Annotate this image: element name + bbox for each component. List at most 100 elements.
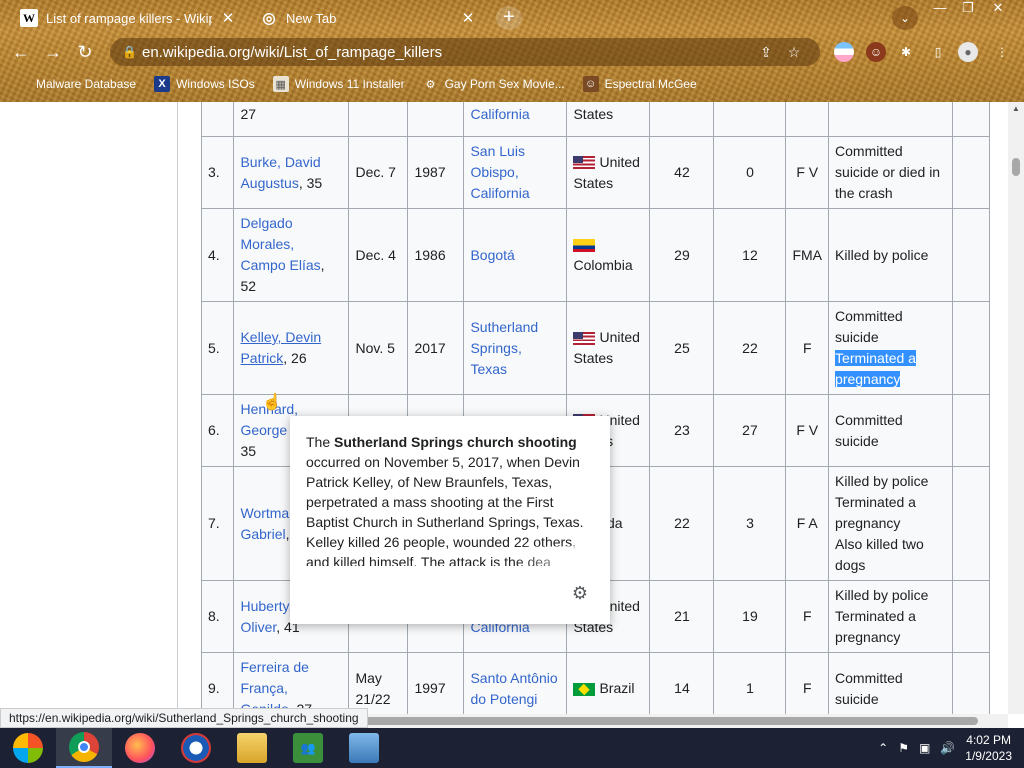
vertical-scrollbar[interactable]: ▲ — [1008, 102, 1024, 714]
taskbar-firefox[interactable] — [112, 728, 168, 768]
url-text: en.wikipedia.org/wiki/List_of_rampage_ki… — [142, 43, 443, 61]
tab-title: New Tab — [286, 10, 337, 26]
note-line: Terminated a pregnancy — [835, 494, 916, 531]
taskbar-chrome[interactable] — [56, 728, 112, 768]
menu-icon[interactable]: ⋮ — [992, 42, 1012, 62]
side-panel-icon[interactable]: ▯ — [928, 42, 948, 62]
h-scroll-thumb[interactable] — [350, 717, 978, 725]
address-bar[interactable]: 🔒 en.wikipedia.org/wiki/List_of_rampage_… — [110, 38, 820, 66]
bookmark-label: Espectral McGee — [604, 77, 697, 91]
extensions-puzzle-icon[interactable]: ✱ — [896, 42, 916, 62]
minimize-button[interactable]: — — [926, 0, 954, 18]
weapons-cell: F — [785, 580, 830, 653]
injured-cell: 27 — [713, 394, 787, 467]
note-line: Killed by police — [835, 473, 929, 489]
tab-new-tab[interactable]: ◎ New Tab ✕ — [250, 4, 486, 32]
scroll-up-icon[interactable]: ▲ — [1008, 104, 1024, 113]
country-cell: United States — [566, 301, 651, 395]
taskbar-people[interactable]: 👥 — [280, 728, 336, 768]
note-line: Committed suicide — [835, 669, 903, 707]
selected-text: Terminated a pregnancy — [835, 350, 916, 387]
restore-button[interactable]: ❐ — [954, 0, 982, 18]
browser-chrome: W List of rampage killers - Wikipedia ✕ … — [0, 0, 1024, 102]
share-icon[interactable]: ⇪ — [752, 44, 780, 61]
bookmark-label: Windows 11 Installer — [294, 77, 405, 91]
star-icon[interactable]: ☆ — [780, 44, 808, 61]
tab-wikipedia[interactable]: W List of rampage killers - Wikipedia ✕ — [10, 4, 246, 32]
link-status-bar: https://en.wikipedia.org/wiki/Sutherland… — [0, 708, 368, 728]
rank-cell: 9. — [200, 652, 235, 714]
name-cell: Kelley, Devin Patrick, 26 — [233, 301, 350, 395]
taskbar-explorer[interactable] — [224, 728, 280, 768]
lock-icon[interactable]: 🔒 — [122, 45, 142, 59]
system-tray: ⌃ ⚑ ▣ 🔊 4:02 PM 1/9/2023 — [878, 728, 1012, 768]
perpetrator-link[interactable]: Delgado Morales, Campo Elías — [240, 215, 320, 273]
killed-cell: 22 — [649, 466, 715, 581]
start-button[interactable] — [0, 728, 56, 768]
flag-co-icon — [573, 238, 596, 252]
bookmark-windows-11-installer[interactable]: ▦ Windows 11 Installer — [272, 76, 405, 92]
date-cell: May 21/22 — [348, 652, 409, 714]
flag-us-icon — [573, 331, 596, 345]
volume-icon[interactable]: 🔊 — [940, 741, 955, 755]
location-link[interactable]: Bogotá — [470, 247, 514, 263]
chrome-icon — [69, 732, 99, 762]
bookmark-movie[interactable]: ⚙ Gay Porn Sex Movie... — [423, 76, 565, 92]
forward-button[interactable]: → — [40, 40, 66, 64]
age-text: 27 — [240, 106, 257, 122]
scroll-thumb[interactable] — [1012, 158, 1020, 176]
location-link[interactable]: Sutherland Springs, Texas — [470, 319, 538, 377]
flag-br-icon — [573, 682, 596, 696]
bookmark-windows-isos[interactable]: X Windows ISOs — [154, 76, 255, 92]
bookmark-malware-database[interactable]: Malware Database — [14, 76, 136, 92]
notes-cell: Killed by police — [828, 208, 954, 302]
tab-search-button[interactable]: ⌄ — [892, 6, 918, 30]
start-orb-icon — [13, 733, 43, 763]
extra-cell — [952, 580, 991, 653]
popup-extract[interactable]: The Sutherland Springs church shooting o… — [306, 432, 594, 566]
gear-icon[interactable]: ⚙ — [572, 583, 588, 604]
folder-icon — [237, 733, 267, 763]
location-link[interactable]: San Luis Obispo, California — [470, 143, 529, 201]
extension-avatar-icon[interactable]: ☺ — [866, 42, 886, 62]
taskbar-obama[interactable] — [168, 728, 224, 768]
close-icon[interactable]: ✕ — [220, 9, 236, 27]
rank-cell: 6. — [200, 394, 235, 467]
injured-cell: 1 — [713, 652, 787, 714]
date-cell: Dec. 4 — [348, 208, 409, 302]
note-line: Committed suicide — [835, 411, 903, 449]
rank-cell: 8. — [200, 580, 235, 653]
weapons-cell: F V — [785, 394, 830, 467]
extension-flag-icon[interactable] — [834, 42, 854, 62]
location-cell: Santo Antônio do Potengi — [463, 652, 568, 714]
note-line: Committed suicide — [835, 308, 903, 345]
profile-icon[interactable]: ● — [958, 42, 978, 62]
page-preview-popup[interactable]: The Sutherland Springs church shooting o… — [290, 416, 610, 624]
taskbar-photos[interactable] — [336, 728, 392, 768]
year-cell: 1986 — [407, 208, 465, 302]
extra-cell — [952, 301, 991, 395]
window-close-button[interactable]: ✕ — [984, 0, 1012, 18]
location-link[interactable]: Santo Antônio do Potengi — [470, 670, 557, 707]
avatar-icon: ☺ — [582, 76, 599, 92]
close-icon[interactable]: ✕ — [460, 9, 476, 27]
location-link[interactable]: California — [470, 106, 529, 122]
killed-cell: 42 — [649, 136, 715, 209]
chevron-up-icon[interactable]: ⌃ — [878, 741, 888, 755]
new-tab-button[interactable]: + — [496, 6, 522, 30]
injured-cell: 22 — [713, 301, 787, 395]
note-line: Committed suicide or died in the crash — [835, 143, 941, 201]
back-button[interactable]: ← — [8, 40, 34, 64]
clock[interactable]: 4:02 PM 1/9/2023 — [965, 732, 1012, 764]
perpetrator-link[interactable]: Kelley, Devin Patrick — [240, 329, 321, 366]
network-icon[interactable]: ▣ — [919, 741, 930, 755]
reload-button[interactable]: ↻ — [72, 40, 98, 64]
note-line: Killed by police — [835, 246, 929, 263]
weapons-cell: F V — [785, 136, 830, 209]
country-cell: Colombia — [566, 208, 651, 302]
flag-icon[interactable]: ⚑ — [898, 741, 909, 755]
killed-cell: 21 — [649, 580, 715, 653]
bookmark-espectral-mcgee[interactable]: ☺ Espectral McGee — [582, 76, 697, 92]
injured-cell — [713, 102, 787, 137]
year-cell — [407, 102, 465, 137]
